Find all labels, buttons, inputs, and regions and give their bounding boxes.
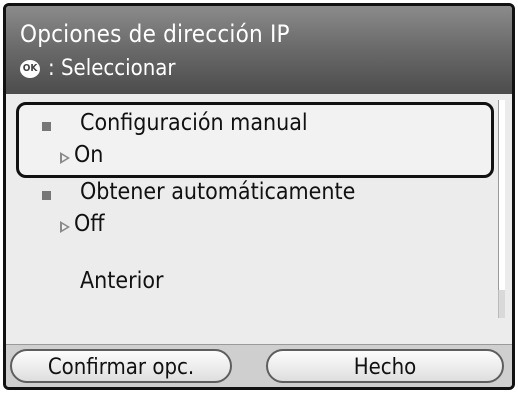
bullet-icon — [42, 122, 51, 131]
ok-key-icon: OK — [20, 59, 40, 78]
triangle-right-icon — [60, 152, 70, 164]
menu-item-value: Off — [74, 211, 105, 237]
scrollbar-thumb[interactable] — [498, 100, 505, 290]
confirm-options-button[interactable]: Confirmar opc. — [10, 349, 232, 383]
menu-item-manual-config[interactable]: Configuración manual On — [16, 102, 494, 178]
select-hint: OK : Seleccionar — [20, 56, 176, 81]
screen-header: Opciones de dirección IP OK : Selecciona… — [6, 6, 512, 94]
menu-item-label: Obtener automáticamente — [80, 179, 356, 205]
select-hint-text: : Seleccionar — [48, 56, 176, 81]
menu-item-auto-obtain[interactable]: Obtener automáticamente Off — [16, 179, 494, 258]
back-option[interactable]: Anterior — [80, 268, 164, 294]
soft-key-bar: Confirmar opc. Hecho — [6, 344, 512, 387]
menu-item-label: Configuración manual — [80, 110, 308, 136]
done-button[interactable]: Hecho — [266, 349, 504, 383]
triangle-right-icon — [60, 221, 70, 233]
menu-item-value: On — [74, 142, 104, 168]
options-list: Configuración manual On Obtener automáti… — [6, 94, 512, 344]
screen-title: Opciones de dirección IP — [20, 20, 290, 48]
bullet-icon — [42, 191, 51, 200]
device-screen: Opciones de dirección IP OK : Selecciona… — [3, 3, 515, 390]
